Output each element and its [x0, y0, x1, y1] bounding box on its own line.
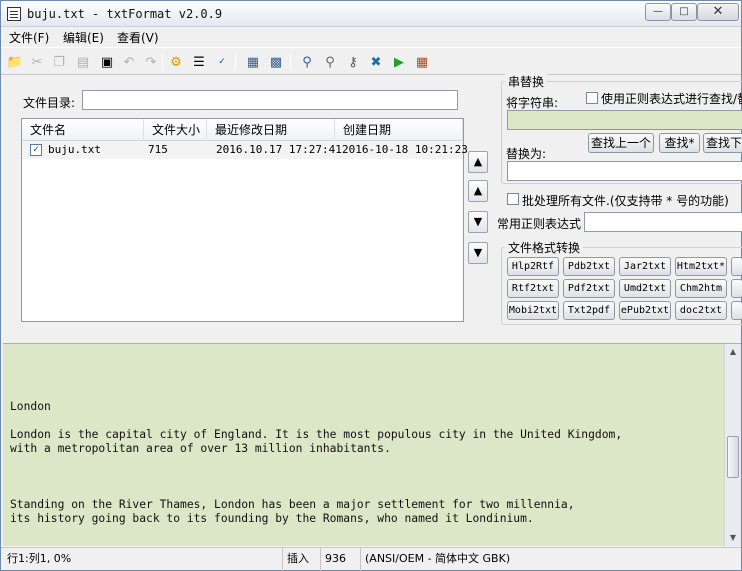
row-checkbox[interactable]: ✓	[30, 144, 42, 156]
cell-modified: 2016.10.17 17:27:41	[216, 143, 342, 156]
rtf2txt-button[interactable]: Rtf2txt	[507, 279, 559, 298]
mobi2txt-button[interactable]: Mobi2txt	[507, 301, 559, 320]
close-button[interactable]: ✕	[697, 3, 739, 21]
tools-icon[interactable]: ✖	[367, 53, 385, 71]
vertical-scrollbar[interactable]: ▲ ▼	[724, 344, 741, 546]
menu-view[interactable]: 查看(V)	[117, 29, 159, 46]
pdf2txt-button[interactable]: Pdf2txt	[563, 279, 615, 298]
undo-icon[interactable]: ↶	[120, 53, 138, 71]
key-icon[interactable]: ⚷	[344, 53, 362, 71]
jar2txt-button[interactable]: Jar2txt	[619, 257, 671, 276]
toolbar: 📁 ✂ ❐ ▤ ▣ ↶ ↷ ⚙ ☰ ✓ ▦ ▩ ⚲ ⚲ ⚷ ✖ ▶ ▦	[1, 47, 741, 75]
status-position: 行1:列1, 0%	[3, 548, 283, 571]
common-regex-label: 常用正则表达式	[497, 217, 582, 231]
move-down-icon[interactable]: ▼	[468, 211, 488, 233]
find-next-button[interactable]: 查找下	[703, 133, 742, 153]
htm2txt-button[interactable]: Htm2txt*	[675, 257, 727, 276]
scroll-down-icon[interactable]: ▼	[725, 530, 741, 546]
chm2htm-button[interactable]: Chm2htm	[675, 279, 727, 298]
find-label: 将字符串:	[506, 96, 559, 110]
book-icon[interactable]: ▦	[413, 53, 431, 71]
status-size: 936	[321, 548, 361, 571]
txt2pdf-button[interactable]: Txt2pdf	[563, 301, 615, 320]
convert-group-label: 文件格式转换	[505, 239, 584, 256]
toolbar-separator	[162, 54, 163, 70]
find-prev-button[interactable]: 查找上一个	[588, 133, 654, 153]
status-insert-mode: 插入	[283, 548, 321, 571]
pdb2txt-button[interactable]: Pdb2txt	[563, 257, 615, 276]
spellcheck-icon[interactable]: ✓	[213, 53, 231, 71]
maximize-button[interactable]: □	[671, 3, 697, 21]
status-encoding: (ANSI/OEM - 简体中文 GBK)	[365, 552, 511, 565]
file-panel: 文件目录: 文件名 文件大小 最近修改日期 创建日期 ✓ buju.txt 71…	[3, 73, 742, 341]
open-folder-icon[interactable]: 📁	[6, 53, 24, 71]
status-bar: 行1:列1, 0% 插入 936 (ANSI/OEM - 简体中文 GBK)	[1, 547, 741, 571]
col-filesize[interactable]: 文件大小	[144, 119, 207, 141]
minimize-button[interactable]: —	[645, 3, 671, 21]
toolbar-separator	[235, 54, 236, 70]
cell-created: 2016-10-18 10:21:23	[342, 143, 468, 156]
batch-checkbox-label: 批处理所有文件.(仅支持带 * 号的功能)	[522, 194, 729, 208]
move-bottom-icon[interactable]: ▼	[468, 242, 488, 264]
settings-gear-icon[interactable]: ⚙	[167, 53, 185, 71]
run-icon[interactable]: ▶	[390, 53, 408, 71]
file-list-header: 文件名 文件大小 最近修改日期 创建日期	[22, 119, 463, 141]
batch-checkbox[interactable]	[507, 193, 519, 205]
common-regex-select[interactable]	[584, 212, 742, 232]
search-icon-2[interactable]: ⚲	[321, 53, 339, 71]
save-icon[interactable]: ▣	[98, 53, 116, 71]
app-window: buju.txt - txtFormat v2.0.9 — □ ✕ 文件(F) …	[0, 0, 742, 571]
col-created[interactable]: 创建日期	[335, 119, 463, 141]
cell-filename: buju.txt	[48, 143, 101, 156]
window-title: buju.txt - txtFormat v2.0.9	[27, 7, 223, 21]
title-bar: buju.txt - txtFormat v2.0.9 — □ ✕	[1, 1, 741, 27]
find-all-button[interactable]: 查找*	[659, 133, 700, 153]
editor-content[interactable]: London London is the capital city of Eng…	[10, 344, 710, 526]
move-up-icon[interactable]: ▲	[468, 180, 488, 202]
col-filename[interactable]: 文件名	[22, 119, 144, 141]
replace-input[interactable]	[507, 161, 742, 181]
cell-filesize: 715	[148, 143, 168, 156]
table-row[interactable]: ✓ buju.txt 715 2016.10.17 17:27:41 2016-…	[22, 141, 468, 159]
doc2txt-button[interactable]: doc2txt	[675, 301, 727, 320]
convert-button-extra-2[interactable]	[731, 279, 742, 298]
col-modified[interactable]: 最近修改日期	[207, 119, 335, 141]
convert-button-extra-3[interactable]	[731, 301, 742, 320]
search-icon[interactable]: ⚲	[298, 53, 316, 71]
file-dir-label: 文件目录:	[23, 96, 76, 110]
file-list[interactable]: 文件名 文件大小 最近修改日期 创建日期 ✓ buju.txt 715 2016…	[21, 118, 468, 322]
convert-button-extra-1[interactable]	[731, 257, 742, 276]
replace-label: 替换为:	[506, 147, 547, 161]
regex-checkbox-label: 使用正则表达式进行查找/替	[601, 92, 742, 106]
menu-file[interactable]: 文件(F)	[9, 29, 49, 46]
file-icon[interactable]: ▩	[267, 53, 285, 71]
menu-edit[interactable]: 编辑(E)	[63, 29, 104, 46]
scroll-thumb[interactable]	[727, 436, 739, 478]
app-icon	[7, 7, 21, 21]
network-icon[interactable]: ▦	[244, 53, 262, 71]
paste-icon[interactable]: ▤	[74, 53, 92, 71]
cut-icon[interactable]: ✂	[28, 53, 46, 71]
move-top-icon[interactable]: ▲	[468, 151, 488, 173]
epub2txt-button[interactable]: ePub2txt	[619, 301, 671, 320]
copy-icon[interactable]: ❐	[50, 53, 68, 71]
find-input[interactable]	[507, 110, 742, 130]
replace-group-label: 串替换	[505, 73, 548, 90]
regex-checkbox[interactable]	[586, 92, 598, 104]
menu-bar: 文件(F) 编辑(E) 查看(V)	[1, 27, 741, 47]
umd2txt-button[interactable]: Umd2txt	[619, 279, 671, 298]
hlp2rtf-button[interactable]: Hlp2Rtf	[507, 257, 559, 276]
text-editor[interactable]: London London is the capital city of Eng…	[3, 343, 741, 546]
file-dir-input[interactable]	[82, 90, 458, 110]
format-icon[interactable]: ☰	[190, 53, 208, 71]
toolbar-separator	[290, 54, 291, 70]
redo-icon[interactable]: ↷	[142, 53, 160, 71]
scroll-up-icon[interactable]: ▲	[725, 344, 741, 360]
